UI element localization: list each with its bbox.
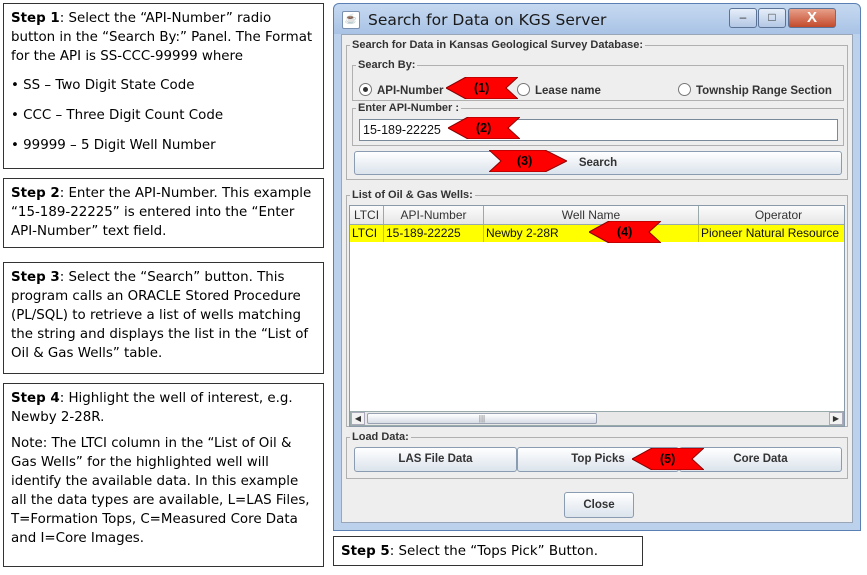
- step-marker-5: (5): [632, 448, 704, 470]
- marker-1-label: (1): [474, 81, 490, 95]
- radio-township-range-section[interactable]: Township Range Section: [678, 83, 832, 98]
- title-bar[interactable]: ☕ Search for Data on KGS Server – □ X: [334, 4, 860, 34]
- step5-note: Step 5: Select the “Tops Pick” Button.: [333, 536, 643, 566]
- cell-ltci: LTCI: [350, 225, 384, 242]
- step4-label: Step 4: [11, 391, 60, 406]
- step1-bullet-1: • SS – Two Digit State Code: [11, 78, 195, 93]
- step4-note-text: Note: The LTCI column in the “List of Oi…: [11, 436, 310, 546]
- marker-2-label: (2): [476, 121, 492, 135]
- cell-api-number: 15-189-22225: [384, 225, 484, 242]
- col-header-ltci[interactable]: LTCI: [350, 206, 384, 225]
- close-button[interactable]: Close: [564, 492, 634, 518]
- close-window-button[interactable]: X: [788, 8, 836, 28]
- radio-dot-icon: [359, 83, 372, 96]
- step4-note: Step 4: Highlight the well of interest, …: [3, 383, 324, 567]
- maximize-button[interactable]: □: [758, 8, 786, 28]
- step1-note: Step 1: Select the “API-Number” radio bu…: [3, 3, 324, 169]
- step2-note: Step 2: Enter the API-Number. This examp…: [3, 178, 324, 248]
- radio-dot-icon: [678, 83, 691, 96]
- load-data-label: Load Data:: [350, 431, 411, 444]
- marker-4-label: (4): [617, 225, 633, 239]
- las-file-data-button[interactable]: LAS File Data: [354, 447, 517, 472]
- radio-township-label: Township Range Section: [696, 85, 832, 97]
- step5-text: : Select the “Tops Pick” Button.: [389, 544, 598, 559]
- api-number-group-label: Enter API-Number :: [356, 102, 462, 115]
- search-button[interactable]: Search: [354, 151, 842, 175]
- scroll-left-icon[interactable]: ◀: [351, 412, 365, 425]
- kgs-search-window: ☕ Search for Data on KGS Server – □ X Se…: [333, 3, 861, 531]
- marker-3-label: (3): [517, 154, 533, 168]
- marker-5-label: (5): [660, 452, 676, 466]
- radio-lease-name-label: Lease name: [535, 85, 601, 97]
- wells-list-label: List of Oil & Gas Wells:: [350, 189, 475, 202]
- step1-bullet-2: • CCC – Three Digit Count Code: [11, 108, 224, 123]
- step-marker-2: (2): [448, 117, 520, 139]
- scroll-thumb[interactable]: |||: [367, 413, 597, 424]
- step-marker-4: (4): [589, 221, 661, 243]
- search-db-group-label: Search for Data in Kansas Geological Sur…: [350, 39, 646, 52]
- radio-api-number[interactable]: API-Number: [359, 83, 443, 98]
- step3-label: Step 3: [11, 270, 60, 285]
- radio-dot-icon: [517, 83, 530, 96]
- window-content: Search for Data in Kansas Geological Sur…: [341, 34, 853, 523]
- radio-lease-name[interactable]: Lease name: [517, 83, 601, 98]
- window-title: Search for Data on KGS Server: [368, 11, 607, 29]
- step3-note: Step 3: Select the “Search” button. This…: [3, 262, 324, 374]
- step-marker-1: (1): [446, 77, 518, 99]
- scroll-right-icon[interactable]: ▶: [829, 412, 843, 425]
- cell-operator: Pioneer Natural Resource: [701, 226, 840, 240]
- step-marker-3: (3): [489, 150, 567, 172]
- minimize-button[interactable]: –: [729, 8, 757, 28]
- search-by-label: Search By:: [356, 59, 418, 72]
- horizontal-scrollbar[interactable]: ◀ ||| ▶: [350, 411, 844, 426]
- step2-label: Step 2: [11, 186, 60, 201]
- col-header-operator[interactable]: Operator: [699, 206, 844, 225]
- step1-label: Step 1: [11, 11, 60, 26]
- radio-api-number-label: API-Number: [377, 85, 444, 97]
- api-number-input[interactable]: 15-189-22225: [359, 119, 838, 141]
- step5-label: Step 5: [341, 544, 390, 559]
- step1-bullet-3: • 99999 – 5 Digit Well Number: [11, 138, 216, 153]
- java-icon: ☕: [342, 11, 360, 29]
- col-header-api-number[interactable]: API-Number: [384, 206, 484, 225]
